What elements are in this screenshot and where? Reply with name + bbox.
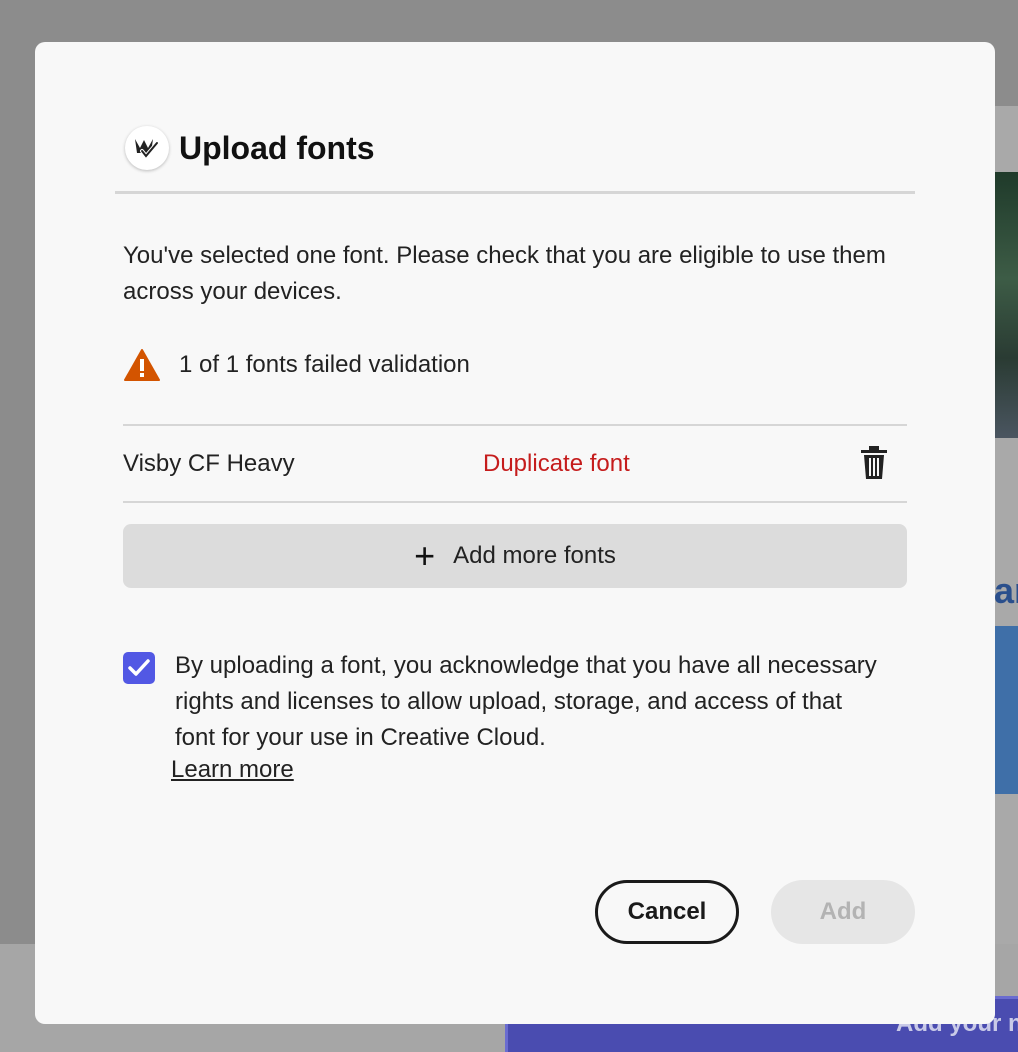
add-button[interactable]: Add <box>771 880 915 944</box>
background-heading-fragment: ar <box>994 570 1018 611</box>
font-name: Visby CF Heavy <box>123 450 295 477</box>
background-banner <box>994 626 1018 794</box>
add-more-fonts-label: Add more fonts <box>453 542 616 569</box>
cancel-button[interactable]: Cancel <box>595 880 739 944</box>
add-more-fonts-button[interactable]: + Add more fonts <box>123 524 907 588</box>
acknowledge-checkbox[interactable] <box>123 652 155 684</box>
acknowledgement-text: By uploading a font, you acknowledge tha… <box>175 652 877 751</box>
warning-triangle-icon <box>124 349 160 381</box>
validation-warning: 1 of 1 fonts failed validation <box>123 348 470 382</box>
header-divider <box>115 191 915 194</box>
intro-text: You've selected one font. Please check t… <box>123 242 886 305</box>
learn-more-link[interactable]: Learn more <box>171 756 294 784</box>
font-list-item: Visby CF Heavy Duplicate font <box>123 424 907 503</box>
adobe-fonts-logo-icon <box>125 126 169 170</box>
plus-icon: + <box>414 535 436 576</box>
font-status: Duplicate font <box>483 450 630 477</box>
dialog-title: Upload fonts <box>179 129 375 166</box>
validation-message: 1 of 1 fonts failed validation <box>179 351 470 378</box>
trash-icon[interactable] <box>859 446 889 480</box>
background-image <box>994 172 1018 438</box>
checkmark-icon <box>128 659 150 676</box>
dialog-header: Upload fonts <box>125 126 375 170</box>
acknowledgement: By uploading a font, you acknowledge tha… <box>123 648 883 783</box>
upload-fonts-dialog: Upload fonts You've selected one font. P… <box>35 42 995 1024</box>
